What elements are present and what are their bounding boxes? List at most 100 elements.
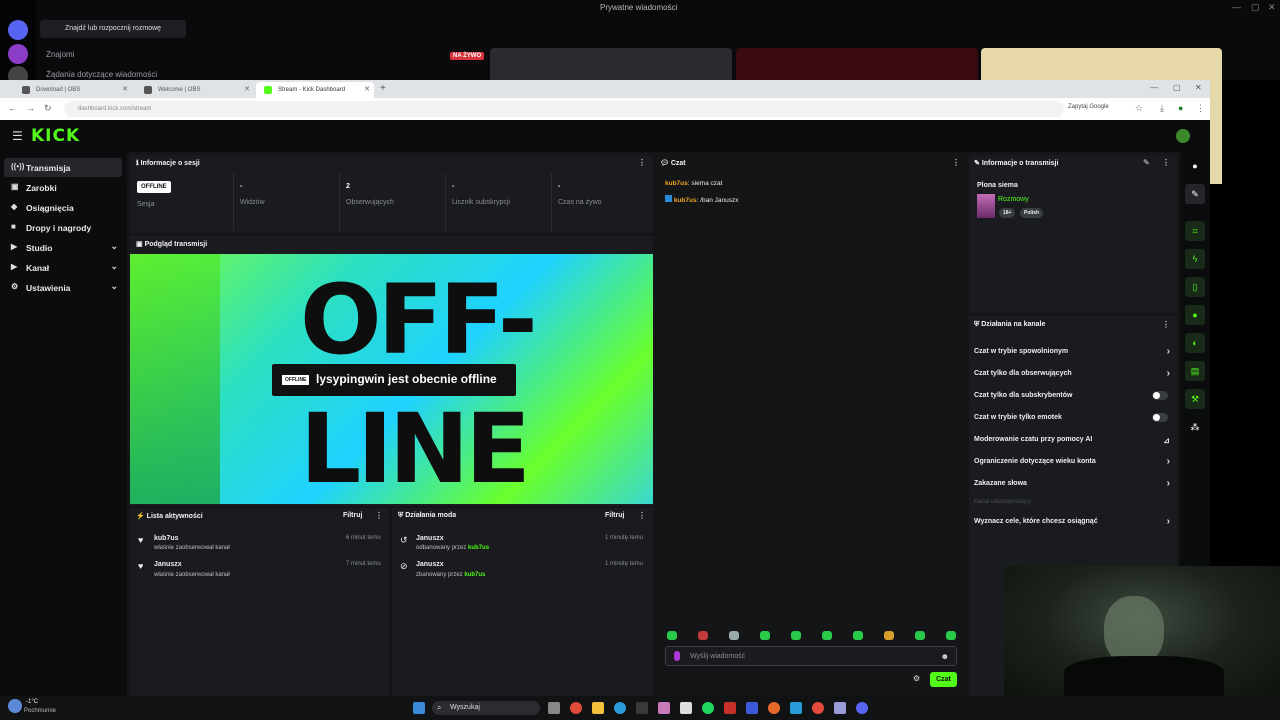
slow-mode-item[interactable]: Czat w trybie spowolnionym › xyxy=(974,346,1174,357)
tab-welcome-obs[interactable]: Welcome | OBS ✕ xyxy=(136,82,254,98)
tab-download-obs[interactable]: Download | OBS ✕ xyxy=(14,82,132,98)
server-icon[interactable] xyxy=(8,44,28,64)
tab-kick-dashboard[interactable]: Stream - Kick Dashboard ✕ xyxy=(256,82,374,98)
close-icon[interactable]: ✕ xyxy=(1268,2,1276,13)
sidebar-item-ustawienia[interactable]: ⚙ Ustawienia ⌄ xyxy=(4,278,122,297)
maximize-icon[interactable]: ▢ xyxy=(1173,83,1181,92)
hamburger-menu-icon[interactable]: ☰ xyxy=(12,129,23,143)
discord-logo-icon[interactable] xyxy=(8,20,28,40)
category-link[interactable]: Rozmowy xyxy=(998,196,1029,203)
chrome-icon[interactable] xyxy=(570,702,582,714)
spotify-icon[interactable] xyxy=(702,702,714,714)
close-tab-icon[interactable]: ✕ xyxy=(364,85,370,93)
stream-tile[interactable] xyxy=(490,48,732,80)
download-icon[interactable]: ⤓ xyxy=(1160,103,1164,114)
set-goals-item[interactable]: Wyznacz cele, które chcesz osiągnąć › xyxy=(974,516,1174,527)
split-icon[interactable]: ◐ xyxy=(1185,333,1205,353)
user-avatar[interactable] xyxy=(1176,129,1190,143)
close-tab-icon[interactable]: ✕ xyxy=(122,85,128,93)
emote-icon[interactable] xyxy=(791,631,801,640)
scan-icon[interactable]: ⌗ xyxy=(1185,221,1205,241)
minimize-icon[interactable]: — xyxy=(1150,83,1158,92)
sidebar-item-osiagniecia[interactable]: ◆ Osiągnięcia xyxy=(4,198,122,217)
banned-words-item[interactable]: Zakazane słowa › xyxy=(974,478,1174,489)
menu-icon[interactable]: ⋮ xyxy=(1196,103,1205,114)
chrome-icon[interactable] xyxy=(812,702,824,714)
offline-screen[interactable]: OFF- LINE OFFLINE lysypingwin jest obecn… xyxy=(130,254,653,504)
send-chat-button[interactable]: Czat xyxy=(930,672,957,687)
discord-friends-link[interactable]: Znajomi xyxy=(46,50,74,59)
back-icon[interactable]: ← xyxy=(8,103,17,113)
emote-icon[interactable] xyxy=(729,631,739,640)
record-icon[interactable]: ● xyxy=(1185,156,1205,176)
forward-icon[interactable]: → xyxy=(26,103,35,113)
url-input[interactable]: dashboard.kick.com/stream xyxy=(64,101,1064,117)
emote-icon[interactable] xyxy=(667,631,677,640)
sidebar-item-studio[interactable]: ▶ Studio ⌄ xyxy=(4,238,122,257)
tools-icon[interactable]: ⚒ xyxy=(1185,389,1205,409)
chat-input[interactable]: Wyślij wiadomość ☻ xyxy=(665,646,957,666)
emote-icon[interactable] xyxy=(915,631,925,640)
ai-moderation-item[interactable]: Moderowanie czatu przy pomocy AI ⊿ xyxy=(974,436,1174,445)
task-view-icon[interactable] xyxy=(548,702,560,714)
discord-requests-link[interactable]: Żądania dotyczące wiadomości xyxy=(46,70,157,79)
edit-icon[interactable]: ✎ xyxy=(1185,184,1205,204)
taskbar-search[interactable]: ⌕ Wyszukaj xyxy=(432,701,540,715)
chat-username[interactable]: kub7us xyxy=(665,180,688,187)
new-tab-button[interactable]: + xyxy=(380,83,386,94)
discord-search-button[interactable]: Znajdź lub rozpocznij rozmowę xyxy=(40,20,186,38)
store-icon[interactable] xyxy=(636,702,648,714)
nodes-icon[interactable]: ⁂ xyxy=(1185,417,1205,437)
emote-only-toggle[interactable] xyxy=(1152,413,1168,422)
emoji-icon[interactable]: ☻ xyxy=(941,652,949,661)
document-icon[interactable]: ▯ xyxy=(1185,277,1205,297)
app-icon[interactable] xyxy=(790,702,802,714)
layout-icon[interactable]: ▤ xyxy=(1185,361,1205,381)
minimize-icon[interactable]: — xyxy=(1232,2,1241,12)
mod-filter-button[interactable]: Filtruj xyxy=(605,512,624,519)
file-explorer-icon[interactable] xyxy=(592,702,604,714)
google-lens-button[interactable]: Zapytaj Google xyxy=(1068,104,1109,110)
app-icon[interactable] xyxy=(834,702,846,714)
activity-filter-button[interactable]: Filtruj xyxy=(343,512,362,519)
app-icon[interactable] xyxy=(658,702,670,714)
emote-icon[interactable] xyxy=(946,631,956,640)
maximize-icon[interactable]: ▢ xyxy=(1251,2,1260,13)
more-options-icon[interactable]: ⋮ xyxy=(1162,320,1170,329)
followers-only-item[interactable]: Czat tylko dla obserwujących › xyxy=(974,368,1174,379)
emote-icon[interactable] xyxy=(698,631,708,640)
windows-start-icon[interactable] xyxy=(413,702,425,714)
emote-icon[interactable] xyxy=(853,631,863,640)
discord-icon[interactable] xyxy=(856,702,868,714)
edge-icon[interactable] xyxy=(614,702,626,714)
app-icon[interactable] xyxy=(768,702,780,714)
sidebar-item-kanal[interactable]: ▶ Kanał ⌄ xyxy=(4,258,122,277)
stream-tile[interactable] xyxy=(736,48,978,80)
app-icon[interactable] xyxy=(680,702,692,714)
account-age-item[interactable]: Ograniczenie dotyczące wieku konta › xyxy=(974,456,1174,467)
mod-target-user[interactable]: Januszx xyxy=(416,561,444,568)
chat-bubble-icon[interactable]: ● xyxy=(1185,305,1205,325)
chat-username[interactable]: kub7us xyxy=(674,197,697,204)
app-icon[interactable] xyxy=(724,702,736,714)
kick-logo[interactable]: KICK xyxy=(31,126,80,146)
reload-icon[interactable]: ↻ xyxy=(44,103,52,114)
activity-user[interactable]: Januszx xyxy=(154,561,182,568)
emote-icon[interactable] xyxy=(884,631,894,640)
app-icon[interactable] xyxy=(746,702,758,714)
chat-settings-icon[interactable]: ⚙ xyxy=(913,674,920,683)
more-options-icon[interactable]: ⋮ xyxy=(638,158,646,167)
more-options-icon[interactable]: ⋮ xyxy=(375,511,383,520)
sidebar-item-zarobki[interactable]: ▣ Zarobki xyxy=(4,178,122,197)
weather-icon[interactable] xyxy=(8,699,22,713)
edit-icon[interactable]: ✎ xyxy=(1143,158,1150,167)
sidebar-item-transmisja[interactable]: ((•)) Transmisja xyxy=(4,158,122,177)
emote-icon[interactable] xyxy=(822,631,832,640)
close-icon[interactable]: ✕ xyxy=(1195,83,1202,92)
close-tab-icon[interactable]: ✕ xyxy=(244,85,250,93)
more-options-icon[interactable]: ⋮ xyxy=(638,511,646,520)
sidebar-item-dropy[interactable]: ■ Dropy i nagrody xyxy=(4,218,122,237)
more-options-icon[interactable]: ⋮ xyxy=(952,158,960,167)
category-thumbnail[interactable] xyxy=(977,194,995,218)
emote-icon[interactable] xyxy=(760,631,770,640)
